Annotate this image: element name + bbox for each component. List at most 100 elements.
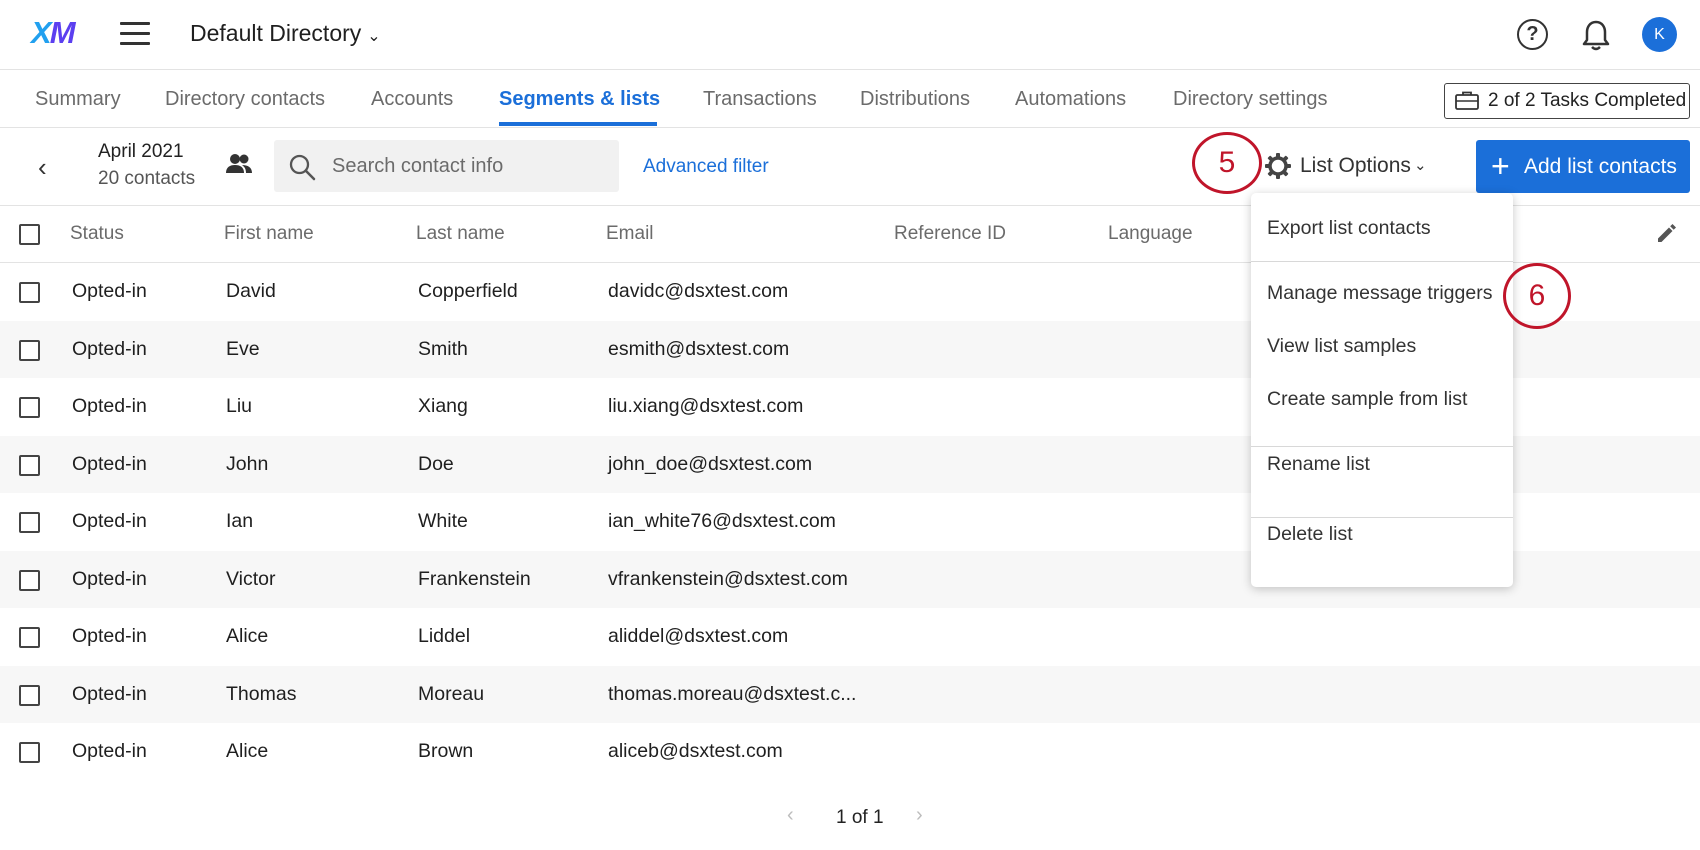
briefcase-icon — [1455, 91, 1479, 110]
column-status[interactable]: Status — [70, 223, 124, 245]
cell-status: Opted-in — [72, 395, 147, 417]
cell-status: Opted-in — [72, 337, 147, 360]
tab-directory-contacts[interactable]: Directory contacts — [165, 88, 325, 111]
row-checkbox[interactable] — [19, 454, 40, 476]
menu-divider — [1251, 517, 1513, 518]
cell-last-name: Smith — [418, 337, 468, 360]
list-options-chevron-icon[interactable]: ⌄ — [1414, 156, 1427, 174]
cell-status: Opted-in — [72, 280, 147, 302]
column-email[interactable]: Email — [606, 223, 654, 245]
advanced-filter-link[interactable]: Advanced filter — [643, 156, 769, 178]
row-checkbox[interactable] — [19, 282, 40, 303]
menu-item-export-list-contacts[interactable]: Export list contacts — [1267, 217, 1431, 240]
row-checkbox[interactable] — [19, 397, 40, 418]
help-icon[interactable]: ? — [1517, 19, 1548, 50]
avatar[interactable]: K — [1642, 17, 1677, 52]
cell-last-name: Liddel — [418, 625, 471, 647]
cell-email: davidc@dsxtest.com — [608, 280, 789, 302]
cell-last-name: Copperfield — [418, 280, 518, 302]
cell-last-name: Doe — [418, 452, 454, 475]
next-page-icon[interactable]: › — [916, 804, 923, 827]
cell-first-name: Victor — [226, 567, 276, 590]
pencil-icon[interactable] — [1655, 221, 1679, 245]
cell-last-name: Xiang — [418, 395, 468, 417]
pagination-label: 1 of 1 — [836, 807, 884, 828]
cell-first-name: Liu — [226, 395, 253, 417]
add-list-contacts-label: Add list contacts — [1524, 155, 1677, 178]
chevron-down-icon: ⌄ — [367, 28, 381, 45]
row-checkbox[interactable] — [19, 512, 40, 533]
column-language[interactable]: Language — [1108, 223, 1193, 245]
table-row[interactable]: Opted-in Thomas Moreau thomas.moreau@dsx… — [0, 665, 1700, 723]
tab-summary[interactable]: Summary — [35, 88, 121, 111]
previous-page-icon[interactable]: ‹ — [787, 804, 794, 827]
cell-first-name: Eve — [226, 337, 260, 360]
people-icon[interactable] — [225, 152, 253, 176]
plus-icon: + — [1491, 148, 1510, 184]
bell-icon[interactable] — [1581, 18, 1611, 52]
gear-icon[interactable] — [1265, 153, 1291, 179]
active-tab-indicator — [499, 122, 657, 126]
cell-status: Opted-in — [72, 682, 147, 705]
table-row[interactable]: Opted-in Alice Brown aliceb@dsxtest.com — [0, 723, 1700, 781]
tasks-label: 2 of 2 Tasks Completed — [1488, 90, 1687, 111]
menu-item-rename-list[interactable]: Rename list — [1267, 453, 1370, 476]
list-options-menu: Export list contacts Manage message trig… — [1251, 193, 1513, 587]
cell-first-name: John — [226, 452, 269, 475]
menu-item-view-list-samples[interactable]: View list samples — [1267, 335, 1416, 358]
cell-email: esmith@dsxtest.com — [608, 337, 790, 360]
select-all-checkbox[interactable] — [19, 224, 40, 245]
list-contact-count: 20 contacts — [98, 168, 196, 189]
list-options-button[interactable]: List Options — [1300, 154, 1411, 178]
back-chevron-icon[interactable]: ‹ — [38, 152, 47, 183]
cell-first-name: Alice — [226, 740, 269, 762]
cell-email: liu.xiang@dsxtest.com — [608, 395, 804, 417]
tasks-completed-button[interactable]: 2 of 2 Tasks Completed — [1444, 83, 1690, 119]
menu-item-create-sample-from-list[interactable]: Create sample from list — [1267, 388, 1467, 411]
tab-directory-settings[interactable]: Directory settings — [1173, 88, 1328, 111]
cell-first-name: Ian — [226, 510, 254, 532]
cell-first-name: David — [226, 280, 276, 302]
menu-item-manage-message-triggers[interactable]: Manage message triggers — [1267, 282, 1492, 305]
cell-first-name: Thomas — [226, 682, 297, 705]
cell-last-name: Brown — [418, 740, 474, 762]
tab-segments-lists[interactable]: Segments & lists — [499, 88, 660, 111]
cell-last-name: Frankenstein — [418, 567, 531, 590]
column-first-name[interactable]: First name — [224, 223, 314, 245]
row-checkbox[interactable] — [19, 684, 40, 706]
cell-email: vfrankenstein@dsxtest.com — [608, 567, 848, 590]
add-list-contacts-button[interactable]: + Add list contacts — [1476, 140, 1690, 193]
column-last-name[interactable]: Last name — [416, 223, 505, 245]
top-header: XM Default Directory ⌄ ? K — [0, 0, 1700, 70]
table-row[interactable]: Opted-in Alice Liddel aliddel@dsxtest.co… — [0, 608, 1700, 666]
tab-automations[interactable]: Automations — [1015, 88, 1126, 111]
cell-status: Opted-in — [72, 740, 147, 762]
directory-selector[interactable]: Default Directory ⌄ — [190, 20, 381, 47]
search-box — [274, 140, 619, 192]
row-checkbox[interactable] — [19, 569, 40, 591]
menu-icon[interactable] — [120, 22, 150, 46]
cell-status: Opted-in — [72, 567, 147, 590]
cell-status: Opted-in — [72, 510, 147, 532]
menu-divider — [1251, 261, 1513, 262]
directory-label: Default Directory — [190, 20, 362, 46]
tab-transactions[interactable]: Transactions — [703, 88, 817, 111]
row-checkbox[interactable] — [19, 339, 40, 361]
list-name: April 2021 — [98, 141, 184, 162]
tab-distributions[interactable]: Distributions — [860, 88, 970, 111]
column-reference-id[interactable]: Reference ID — [894, 223, 1006, 245]
cell-status: Opted-in — [72, 452, 147, 475]
row-checkbox[interactable] — [19, 742, 40, 763]
cell-last-name: White — [418, 510, 468, 532]
search-icon — [289, 154, 316, 181]
step-5-annotation: 5 — [1192, 132, 1262, 194]
row-checkbox[interactable] — [19, 627, 40, 648]
xm-logo[interactable]: XM — [31, 15, 76, 51]
menu-divider — [1251, 446, 1513, 447]
cell-email: aliddel@dsxtest.com — [608, 625, 789, 647]
menu-item-delete-list[interactable]: Delete list — [1267, 523, 1353, 546]
search-input[interactable] — [332, 140, 612, 192]
cell-status: Opted-in — [72, 625, 147, 647]
tab-accounts[interactable]: Accounts — [371, 88, 453, 111]
cell-first-name: Alice — [226, 625, 269, 647]
